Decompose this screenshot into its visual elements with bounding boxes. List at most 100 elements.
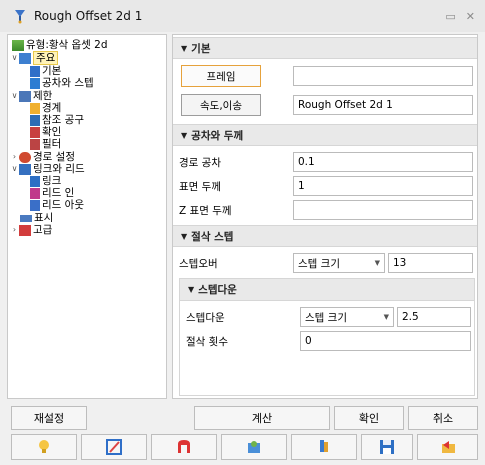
close-icon[interactable]: ✕ [466,10,475,23]
section-basic-header[interactable]: ▼ 기본 [173,37,477,59]
chevron-down-icon: ▼ [181,231,188,241]
tree-root-label: 유형:황삭 옵셋 2d [26,39,108,51]
frame-button[interactable]: 프레임 [181,65,261,87]
display-icon [20,214,32,222]
z-surface-thickness-field[interactable] [293,200,473,220]
stock-button[interactable] [221,434,287,460]
tool-button[interactable] [151,434,217,460]
chevron-right-icon[interactable]: › [10,224,19,236]
tree-item-lead-in[interactable]: 리드 인 [30,187,74,199]
section-title: 절삭 스텝 [191,230,234,243]
save-button[interactable] [361,434,413,460]
boundary-icon [30,102,40,114]
check-icon [30,126,40,138]
stepover-field[interactable]: 13 [388,253,473,273]
tree-item-label: 경로 설정 [33,151,75,163]
section-title: 공차와 두께 [191,129,244,142]
tree-item-advanced[interactable]: › 고급 [10,224,52,236]
path-tolerance-field[interactable]: 0.1 [293,152,473,172]
home-icon [19,52,31,64]
path-tolerance-label: 경로 공차 [179,156,221,169]
stepdown-group: ▼ 스텝다운 스텝다운 스텝 크기 ▼ 2.5 절삭 횟수 0 [179,278,475,396]
dropdown-arrow-icon: ▼ [383,313,389,321]
tree-item-label: 주요 [33,51,59,65]
tree-item-filter[interactable]: 필터 [30,138,61,150]
window-title: Rough Offset 2d 1 [34,9,143,23]
chevron-down-icon: ▼ [181,130,188,140]
tree-item-path-settings[interactable]: › 경로 설정 [10,151,75,163]
stock-icon [248,441,260,453]
tree-item-tolerance[interactable]: 공차와 스텝 [30,77,94,89]
stepover-mode-select[interactable]: 스텝 크기 ▼ [293,253,385,273]
lead-in-icon [30,187,40,199]
chevron-down-icon: ▼ [181,43,188,53]
tree-item-boundary[interactable]: 경계 [30,102,61,114]
tree-item-label: 링크 [42,175,62,187]
advanced-icon [19,224,31,236]
lightbulb-icon [39,440,49,453]
ok-button[interactable]: 확인 [334,406,404,430]
tree-root[interactable]: 유형:황삭 옵셋 2d [12,39,108,51]
tree-item-limits[interactable]: ∨ 제한 [10,90,53,102]
hint-button[interactable] [11,434,77,460]
simulate-icon [320,440,328,452]
stepover-label: 스텝오버 [179,257,218,270]
ref-tool-icon [30,114,40,126]
stepdown-label: 스텝다운 [186,311,225,324]
frame-field[interactable] [293,66,473,86]
filter-icon [30,138,40,150]
path-icon [19,151,31,163]
tree-item-check[interactable]: 확인 [30,126,61,138]
tree-item-label: 확인 [42,126,62,138]
section-tolerance-header[interactable]: ▼ 공차와 두께 [173,124,477,146]
stepdown-field[interactable]: 2.5 [397,307,471,327]
title-bar: Rough Offset 2d 1 ▭ ✕ [0,0,485,32]
section-cutting-header[interactable]: ▼ 절삭 스텝 [173,225,477,247]
surface-thickness-label: 표면 두께 [179,180,221,193]
tool-magnet-icon [178,440,190,453]
save-icon [380,440,394,454]
chevron-down-icon[interactable]: ∨ [10,90,19,102]
surface-thickness-field[interactable]: 1 [293,176,473,196]
stepdown-mode-select[interactable]: 스텝 크기 ▼ [300,307,394,327]
operation-name-field[interactable]: Rough Offset 2d 1 [293,95,473,115]
tree-item-links-leads[interactable]: ∨ 링크와 리드 [10,163,85,175]
exit-button[interactable] [417,434,478,460]
link-icon [30,175,40,187]
cancel-button[interactable]: 취소 [408,406,478,430]
section-stepdown-header[interactable]: ▼ 스텝다운 [180,279,474,301]
edit-button[interactable] [81,434,147,460]
edit-frame-icon [106,439,122,455]
dropdown-arrow-icon: ▼ [374,259,380,267]
stepdown-mode-value: 스텝 크기 [305,311,347,324]
parameters-panel: ▼ 기본 프레임 속도,이송 Rough Offset 2d 1 ▼ 공차와 두… [172,34,478,399]
section-title: 기본 [191,42,211,55]
speed-feed-button[interactable]: 속도,이송 [181,94,261,116]
chevron-down-icon[interactable]: ∨ [10,52,19,64]
tree-item-label: 링크와 리드 [33,163,85,175]
tree-item-label: 고급 [33,224,53,236]
tree-item-label: 참조 공구 [42,114,84,126]
tree-item-label: 표시 [34,212,54,224]
tree-item-label: 기본 [42,65,62,77]
passes-field[interactable]: 0 [300,331,471,351]
restore-icon[interactable]: ▭ [445,10,455,23]
tree-item-display[interactable]: 표시 [20,212,53,224]
simulate-button[interactable] [291,434,357,460]
tree-item-main[interactable]: ∨ 주요 [10,51,59,65]
app-icon [15,10,25,24]
z-surface-thickness-label: Z 표면 두께 [179,204,232,217]
chevron-right-icon[interactable]: › [10,151,19,163]
tree-item-link[interactable]: 링크 [30,175,61,187]
calculate-button[interactable]: 계산 [194,406,330,430]
reset-button[interactable]: 재설정 [11,406,87,430]
chevron-down-icon[interactable]: ∨ [10,163,19,175]
link-lead-icon [19,163,31,175]
stepover-mode-value: 스텝 크기 [298,257,340,270]
tree-item-ref-tool[interactable]: 참조 공구 [30,114,84,126]
chevron-down-icon: ▼ [188,285,195,294]
tree-item-lead-out[interactable]: 리드 아웃 [30,199,84,211]
operation-tree: 유형:황삭 옵셋 2d ∨ 주요 기본 공차와 스텝 ∨ 제한 경계 참조 공구… [7,34,167,399]
tree-item-basic[interactable]: 기본 [30,65,61,77]
folder-icon [12,39,24,51]
